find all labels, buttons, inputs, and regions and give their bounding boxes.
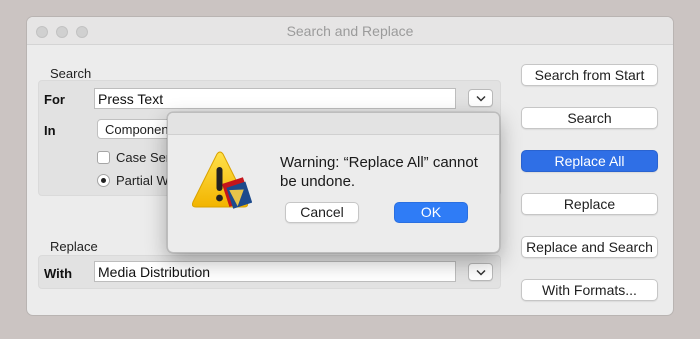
for-label: For bbox=[44, 92, 65, 107]
case-sensitive-checkbox[interactable] bbox=[97, 151, 110, 164]
chevron-down-icon bbox=[476, 95, 486, 102]
replace-history-popup-button[interactable] bbox=[468, 263, 493, 281]
with-formats-button[interactable]: With Formats... bbox=[521, 279, 658, 301]
replace-and-search-button[interactable]: Replace and Search bbox=[521, 236, 658, 258]
partial-word-radio[interactable] bbox=[97, 174, 110, 187]
chevron-down-icon bbox=[476, 269, 486, 276]
search-button[interactable]: Search bbox=[521, 107, 658, 129]
search-section-label: Search bbox=[50, 66, 92, 81]
replace-section-label: Replace bbox=[50, 239, 98, 254]
confirm-alert-dialog: Warning: “Replace All” cannot be undone.… bbox=[167, 112, 500, 253]
alert-ok-button[interactable]: OK bbox=[394, 202, 468, 223]
window-title: Search and Replace bbox=[286, 23, 414, 39]
alert-cancel-button[interactable]: Cancel bbox=[285, 202, 359, 223]
partial-word-label: Partial W bbox=[116, 173, 169, 188]
replace-with-input[interactable]: Media Distribution bbox=[94, 261, 456, 282]
alert-message: Warning: “Replace All” cannot be undone. bbox=[280, 154, 478, 190]
with-label: With bbox=[44, 266, 73, 281]
in-label: In bbox=[44, 123, 56, 138]
search-from-start-button[interactable]: Search from Start bbox=[521, 64, 658, 86]
case-sensitive-label: Case Sen bbox=[116, 150, 174, 165]
alert-title-strip bbox=[168, 113, 499, 135]
title-bar: Search and Replace bbox=[27, 17, 673, 45]
replace-button[interactable]: Replace bbox=[521, 193, 658, 215]
warning-icon bbox=[192, 151, 252, 209]
search-for-input[interactable]: Press Text bbox=[94, 88, 456, 109]
search-history-popup-button[interactable] bbox=[468, 89, 493, 107]
replace-all-button[interactable]: Replace All bbox=[521, 150, 658, 172]
